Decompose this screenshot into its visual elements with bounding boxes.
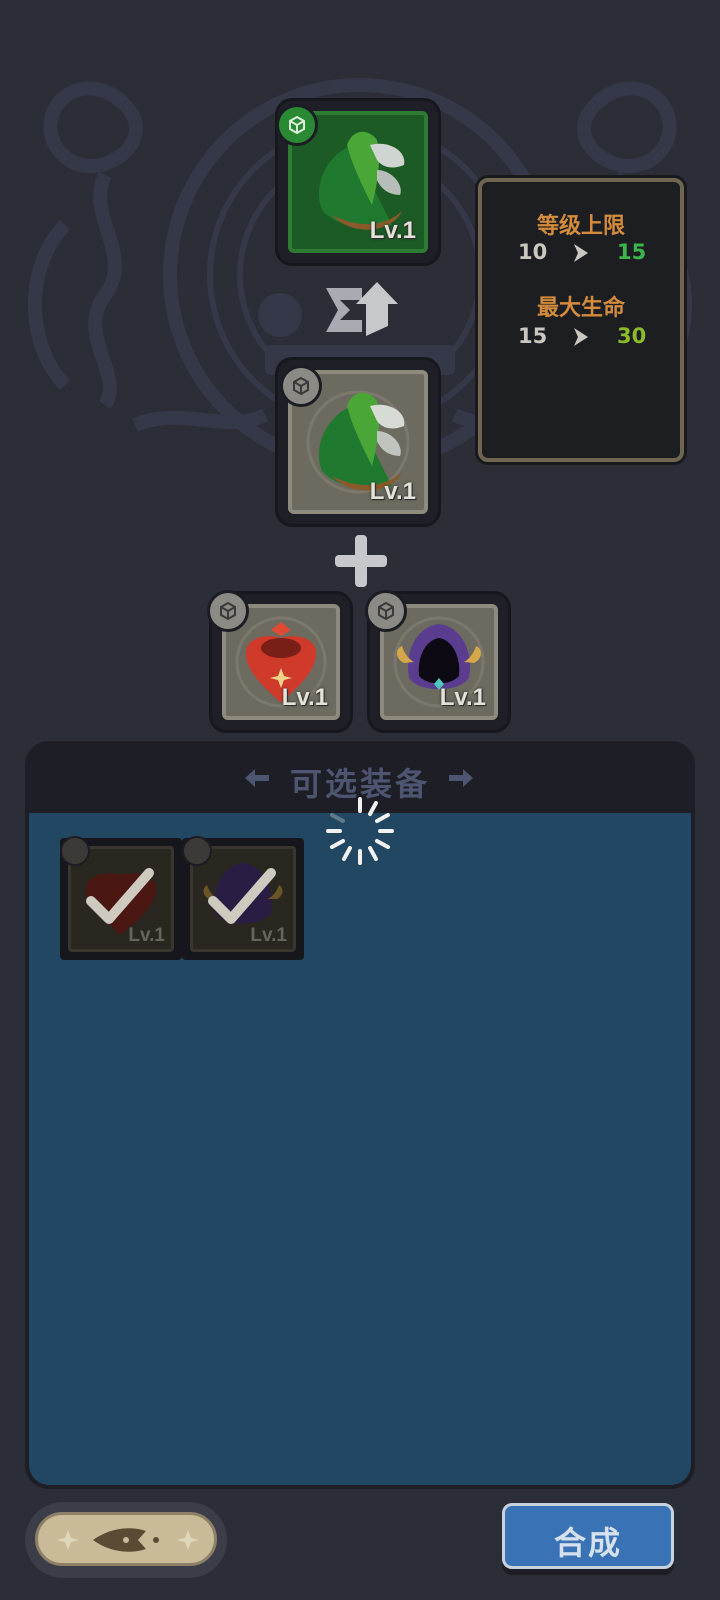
material-badge <box>207 590 249 632</box>
upgrade-arrow-icon <box>326 282 398 336</box>
ornament-right-icon <box>449 769 473 787</box>
back-arrow-icon <box>57 1528 199 1552</box>
max-hp-label: 最大生命 <box>536 296 625 321</box>
arrow-right-icon <box>574 244 588 262</box>
level-cap-label: 等级上限 <box>536 214 625 239</box>
base-item-level: Lv.1 <box>369 478 416 505</box>
merge-button-label: 合成 <box>553 1524 622 1562</box>
level-cap-from: 10 <box>518 240 548 264</box>
back-button-container <box>25 1502 227 1578</box>
result-item-level: Lv.1 <box>369 217 416 244</box>
material-level: Lv.1 <box>281 684 328 711</box>
result-item-badge <box>276 104 318 146</box>
level-cap-to: 15 <box>617 240 647 264</box>
selectable-item-hood[interactable]: Lv.1 <box>182 836 304 960</box>
level-cap-row: 10 15 <box>482 240 680 270</box>
max-hp-to: 30 <box>617 324 647 348</box>
cube-icon <box>293 376 309 396</box>
material-badge <box>365 590 407 632</box>
cube-icon <box>378 601 394 621</box>
base-item-badge <box>280 365 322 407</box>
merge-button[interactable]: 合成 <box>502 1503 674 1569</box>
selectable-item-level: Lv.1 <box>250 925 287 946</box>
selectable-item-scarf[interactable]: Lv.1 <box>60 836 182 960</box>
selectable-item-badge <box>60 836 90 866</box>
max-hp-row: 15 30 <box>482 324 680 354</box>
plus-icon <box>335 535 387 587</box>
cube-icon <box>220 601 236 621</box>
max-hp-from: 15 <box>518 324 548 348</box>
selectable-panel-body[interactable]: Lv.1 Lv.1 <box>25 813 695 1489</box>
back-button[interactable] <box>35 1512 217 1566</box>
selectable-item-level: Lv.1 <box>128 925 165 946</box>
loading-spinner-icon <box>326 797 394 865</box>
selectable-item-badge <box>182 836 212 866</box>
stats-panel: 等级上限 10 15 最大生命 15 30 <box>478 178 684 462</box>
cube-icon <box>289 115 305 135</box>
material-level: Lv.1 <box>439 684 486 711</box>
arrow-right-icon <box>574 328 588 346</box>
